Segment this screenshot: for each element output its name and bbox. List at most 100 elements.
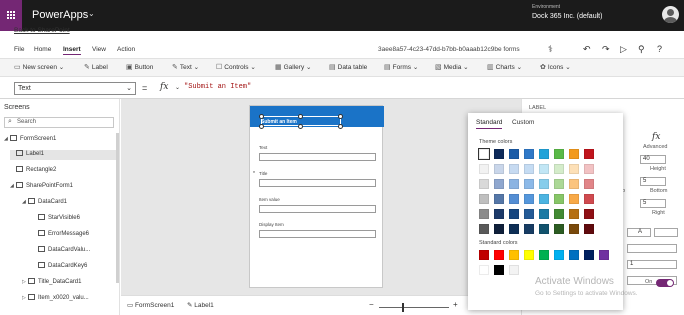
- tree-node-datacardvalue[interactable]: DataCardValu...: [38, 246, 90, 256]
- person-icon[interactable]: ⚲: [638, 44, 645, 55]
- form-screen[interactable]: Submit an Item Text * Title Item value D…: [249, 105, 384, 288]
- theme-color-swatch[interactable]: [539, 149, 549, 159]
- theme-color-swatch[interactable]: [524, 224, 534, 234]
- fx-icon[interactable]: fx: [160, 82, 168, 92]
- search-input[interactable]: ⌕ Search: [4, 117, 114, 128]
- button-button[interactable]: ▣ Button: [126, 63, 153, 71]
- theme-color-swatch[interactable]: [554, 149, 564, 159]
- standard-color-swatch[interactable]: [569, 250, 579, 260]
- zoom-slider-thumb[interactable]: [402, 303, 404, 312]
- theme-color-swatch[interactable]: [569, 149, 579, 159]
- theme-color-swatch[interactable]: [494, 179, 504, 189]
- formula-input[interactable]: "Submit an Item": [184, 83, 251, 91]
- media-button[interactable]: ▧ Media ⌄: [435, 63, 469, 71]
- standard-color-swatch[interactable]: [524, 250, 534, 260]
- zoom-slider[interactable]: [379, 307, 449, 308]
- theme-color-swatch[interactable]: [494, 149, 504, 159]
- title-field[interactable]: [259, 179, 376, 187]
- tree-node-datacardkey6[interactable]: DataCardKey6: [38, 262, 87, 272]
- chevron-down-icon[interactable]: ⌄: [175, 84, 180, 91]
- theme-color-swatch[interactable]: [584, 164, 594, 174]
- resize-handle[interactable]: [338, 114, 343, 119]
- icons-button[interactable]: ✿ Icons ⌄: [540, 63, 571, 71]
- theme-color-swatch[interactable]: [479, 164, 489, 174]
- item-value-field[interactable]: [259, 205, 376, 213]
- text-field[interactable]: [259, 153, 376, 161]
- theme-color-swatch[interactable]: [509, 209, 519, 219]
- theme-color-swatch[interactable]: [554, 224, 564, 234]
- gallery-button[interactable]: ▦ Gallery ⌄: [275, 63, 311, 71]
- menu-insert[interactable]: Insert: [63, 46, 81, 55]
- tree-node-errormessage6[interactable]: ErrorMessage6: [38, 230, 89, 240]
- theme-color-swatch[interactable]: [494, 209, 504, 219]
- theme-color-swatch[interactable]: [479, 209, 489, 219]
- tree-node-starvisible6[interactable]: StarVisible6: [38, 214, 80, 224]
- theme-color-swatch[interactable]: [539, 164, 549, 174]
- tree-node-sharepointform1[interactable]: ◢ SharePointForm1: [10, 182, 73, 192]
- environment-name[interactable]: Dock 365 Inc. (default): [532, 13, 602, 20]
- theme-color-swatch[interactable]: [509, 164, 519, 174]
- theme-color-swatch[interactable]: [539, 209, 549, 219]
- theme-color-swatch[interactable]: [524, 179, 534, 189]
- standard-color-swatch[interactable]: [539, 250, 549, 260]
- menu-view[interactable]: View: [92, 46, 106, 53]
- theme-color-swatch[interactable]: [524, 194, 534, 204]
- property-dropdown[interactable]: Text ⌄: [14, 82, 136, 95]
- theme-color-swatch[interactable]: [554, 209, 564, 219]
- visible-toggle[interactable]: [656, 279, 674, 287]
- redo-icon[interactable]: ↷: [602, 44, 610, 55]
- standard-color-swatch[interactable]: [509, 250, 519, 260]
- tree-node-formscreen1[interactable]: ◢ FormScreen1: [4, 135, 56, 145]
- font-color-button[interactable]: A: [627, 228, 651, 237]
- theme-color-swatch[interactable]: [584, 194, 594, 204]
- tree-node-datacard1[interactable]: ◢ DataCard1: [22, 198, 67, 208]
- tab-standard[interactable]: Standard: [476, 119, 503, 129]
- theme-color-swatch[interactable]: [494, 164, 504, 174]
- theme-color-swatch[interactable]: [524, 149, 534, 159]
- theme-color-swatch[interactable]: [554, 164, 564, 174]
- theme-color-swatch[interactable]: [554, 194, 564, 204]
- back-to-sharepoint-link[interactable]: Back to SharePoint: [14, 27, 70, 34]
- undo-icon[interactable]: ↶: [583, 44, 591, 55]
- advanced-tab[interactable]: Advanced: [643, 144, 667, 150]
- standard-color-swatch[interactable]: [479, 265, 489, 275]
- theme-color-swatch[interactable]: [539, 224, 549, 234]
- theme-color-swatch[interactable]: [494, 194, 504, 204]
- zoom-in-button[interactable]: +: [453, 300, 458, 309]
- menu-file[interactable]: File: [14, 46, 24, 53]
- standard-color-swatch[interactable]: [479, 250, 489, 260]
- new-screen-button[interactable]: ▭ New screen ⌄: [14, 63, 64, 71]
- theme-color-swatch[interactable]: [584, 149, 594, 159]
- standard-color-swatch[interactable]: [494, 265, 504, 275]
- app-chevron-icon[interactable]: ⌄: [88, 9, 95, 18]
- standard-color-swatch[interactable]: [584, 250, 594, 260]
- zoom-out-button[interactable]: −: [369, 300, 374, 309]
- data-table-button[interactable]: ▤ Data table: [329, 63, 367, 71]
- label-button[interactable]: ✎ Label: [84, 63, 108, 71]
- menu-home[interactable]: Home: [34, 46, 51, 53]
- theme-color-swatch[interactable]: [479, 194, 489, 204]
- resize-handle[interactable]: [298, 114, 303, 119]
- theme-color-swatch[interactable]: [494, 224, 504, 234]
- stethoscope-icon[interactable]: ⚕: [548, 44, 553, 55]
- theme-color-swatch[interactable]: [479, 179, 489, 189]
- text-button[interactable]: ✎ Text ⌄: [172, 63, 199, 71]
- menu-action[interactable]: Action: [117, 46, 135, 53]
- control-breadcrumb[interactable]: ✎ Label1: [187, 301, 214, 309]
- theme-color-swatch[interactable]: [479, 224, 489, 234]
- standard-color-swatch[interactable]: [599, 250, 609, 260]
- resize-handle[interactable]: [259, 124, 264, 129]
- avatar-icon[interactable]: [662, 6, 679, 23]
- tree-node-title-datacard1[interactable]: ▷ Title_DataCard1: [22, 278, 81, 288]
- theme-color-swatch[interactable]: [569, 164, 579, 174]
- tree-node-item-value[interactable]: ▷ Item_x0020_valu...: [22, 294, 89, 304]
- resize-handle[interactable]: [338, 124, 343, 129]
- tree-node-label1[interactable]: Label1: [10, 150, 116, 160]
- play-icon[interactable]: ▷: [620, 44, 627, 55]
- tab-custom[interactable]: Custom: [512, 119, 534, 126]
- right-padding-input[interactable]: 5: [640, 199, 666, 208]
- app-name[interactable]: PowerApps: [32, 9, 88, 21]
- border-thickness-input[interactable]: 1: [627, 260, 677, 269]
- charts-button[interactable]: ▥ Charts ⌄: [487, 63, 522, 71]
- standard-color-swatch[interactable]: [509, 265, 519, 275]
